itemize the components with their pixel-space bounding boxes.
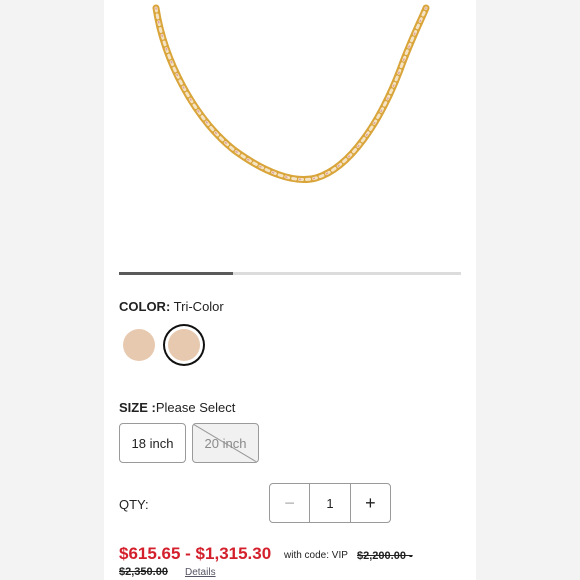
size-label-row: SIZE :Please Select	[119, 400, 235, 415]
size-label: SIZE :	[119, 400, 156, 415]
product-page: COLOR: Tri-Color SIZE :Please Select 18 …	[104, 0, 476, 580]
size-option-20-inch[interactable]: 20 inch	[192, 423, 259, 463]
size-option-label: 20 inch	[204, 435, 247, 451]
qty-label: QTY:	[119, 497, 149, 512]
increment-button[interactable]: +	[351, 484, 390, 522]
quantity-stepper: − 1 +	[269, 483, 391, 523]
details-link[interactable]: Details	[185, 567, 216, 578]
product-image[interactable]	[104, 0, 476, 262]
size-prompt: Please Select	[155, 400, 236, 415]
color-swatch[interactable]	[123, 329, 155, 361]
original-price-to: $2,350.00	[119, 566, 168, 578]
color-swatch-selected[interactable]	[168, 329, 200, 361]
color-label: COLOR:	[119, 299, 171, 314]
size-option-18-inch[interactable]: 18 inch	[119, 423, 186, 463]
quantity-value[interactable]: 1	[309, 484, 351, 522]
color-label-row: COLOR: Tri-Color	[119, 299, 224, 314]
size-option-label: 18 inch	[131, 435, 174, 451]
color-selected-value: Tri-Color	[173, 299, 224, 314]
promo-code-text: with code: VIP	[284, 550, 348, 561]
sale-price-range: $615.65 - $1,315.30	[119, 544, 272, 563]
necklace-image	[152, 4, 430, 184]
carousel-progress-bar	[119, 272, 233, 275]
original-price-from: $2,200.00 -	[357, 550, 413, 562]
decrement-button[interactable]: −	[270, 484, 309, 522]
carousel-progress-track[interactable]	[119, 272, 461, 275]
